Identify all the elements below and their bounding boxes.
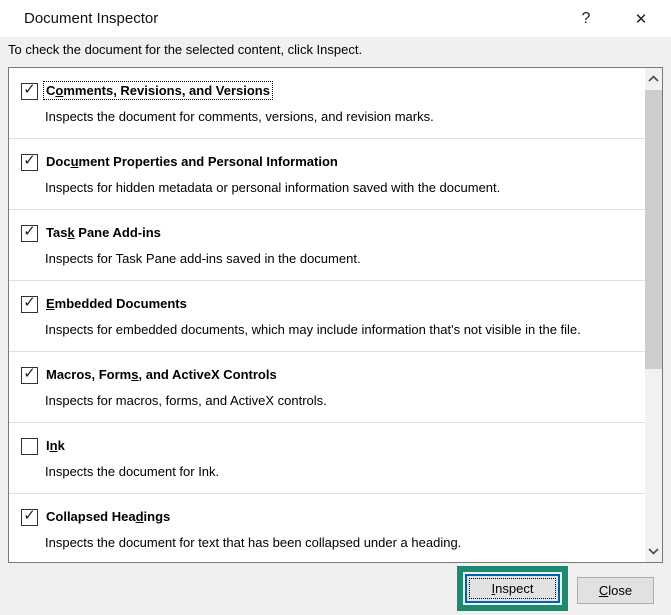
inspect-button-highlight: Inspect — [457, 566, 568, 611]
item-title-task-pane-addins[interactable]: Task Pane Add-ins — [44, 224, 163, 241]
instruction-text: To check the document for the selected c… — [8, 42, 363, 57]
item-title-ink[interactable]: Ink — [44, 437, 67, 454]
item-title-macros[interactable]: Macros, Forms, and ActiveX Controls — [44, 366, 279, 383]
item-description: Inspects the document for text that has … — [45, 535, 462, 550]
list-item-doc-properties: ✓ Document Properties and Personal Infor… — [9, 139, 645, 210]
list-item-macros: ✓ Macros, Forms, and ActiveX Controls In… — [9, 352, 645, 423]
item-description: Inspects for embedded documents, which m… — [45, 322, 581, 337]
checkmark-icon: ✓ — [23, 152, 36, 169]
checkmark-icon: ✓ — [23, 365, 36, 382]
titlebar: Document Inspector ? ✕ — [0, 0, 671, 37]
checkbox-task-pane-addins[interactable]: ✓ — [21, 223, 38, 242]
item-description: Inspects the document for comments, vers… — [45, 109, 434, 124]
document-inspector-dialog: Document Inspector ? ✕ To check the docu… — [0, 0, 671, 615]
checkbox-embedded-documents[interactable]: ✓ — [21, 294, 38, 313]
close-dialog-button[interactable]: Close — [577, 577, 654, 604]
checkbox-macros[interactable]: ✓ — [21, 365, 38, 384]
list-item-task-pane-addins: ✓ Task Pane Add-ins Inspects for Task Pa… — [9, 210, 645, 281]
help-icon: ? — [581, 9, 591, 27]
chevron-up-icon — [648, 75, 659, 82]
scroll-down-button[interactable] — [645, 541, 662, 562]
scrollbar-thumb[interactable] — [645, 90, 662, 369]
chevron-down-icon — [648, 548, 659, 555]
close-icon: ✕ — [634, 10, 648, 28]
checkbox-ink[interactable] — [21, 438, 38, 455]
item-description: Inspects the document for Ink. — [45, 464, 220, 479]
checkmark-icon: ✓ — [23, 223, 36, 240]
scrollbar[interactable] — [645, 68, 662, 562]
item-title-embedded-documents[interactable]: Embedded Documents — [44, 295, 189, 312]
checkbox-collapsed-headings[interactable]: ✓ — [21, 507, 38, 526]
checkbox-comments[interactable]: ✓ — [21, 81, 38, 100]
inspector-list: ✓ Comments, Revisions, and Versions Insp… — [8, 67, 663, 563]
item-title-collapsed-headings[interactable]: Collapsed Headings — [44, 508, 172, 525]
checkmark-icon: ✓ — [23, 81, 36, 98]
item-description: Inspects for hidden metadata or personal… — [45, 180, 501, 195]
item-description: Inspects for macros, forms, and ActiveX … — [45, 393, 327, 408]
inspect-button[interactable]: Inspect — [465, 574, 560, 603]
inspector-items: ✓ Comments, Revisions, and Versions Insp… — [9, 68, 645, 562]
item-title-comments[interactable]: Comments, Revisions, and Versions — [43, 81, 273, 100]
checkmark-icon: ✓ — [23, 294, 36, 311]
dialog-title: Document Inspector — [24, 10, 159, 27]
help-button[interactable]: ? — [571, 0, 601, 37]
list-item-embedded-documents: ✓ Embedded Documents Inspects for embedd… — [9, 281, 645, 352]
scroll-up-button[interactable] — [645, 68, 662, 89]
close-button[interactable]: ✕ — [626, 0, 656, 37]
list-item-ink: Ink Inspects the document for Ink. — [9, 423, 645, 494]
item-title-doc-properties[interactable]: Document Properties and Personal Informa… — [44, 153, 340, 170]
checkmark-icon: ✓ — [23, 507, 36, 524]
item-description: Inspects for Task Pane add-ins saved in … — [45, 251, 361, 266]
list-item-comments: ✓ Comments, Revisions, and Versions Insp… — [9, 68, 645, 139]
checkbox-doc-properties[interactable]: ✓ — [21, 152, 38, 171]
list-item-collapsed-headings: ✓ Collapsed Headings Inspects the docume… — [9, 494, 645, 562]
